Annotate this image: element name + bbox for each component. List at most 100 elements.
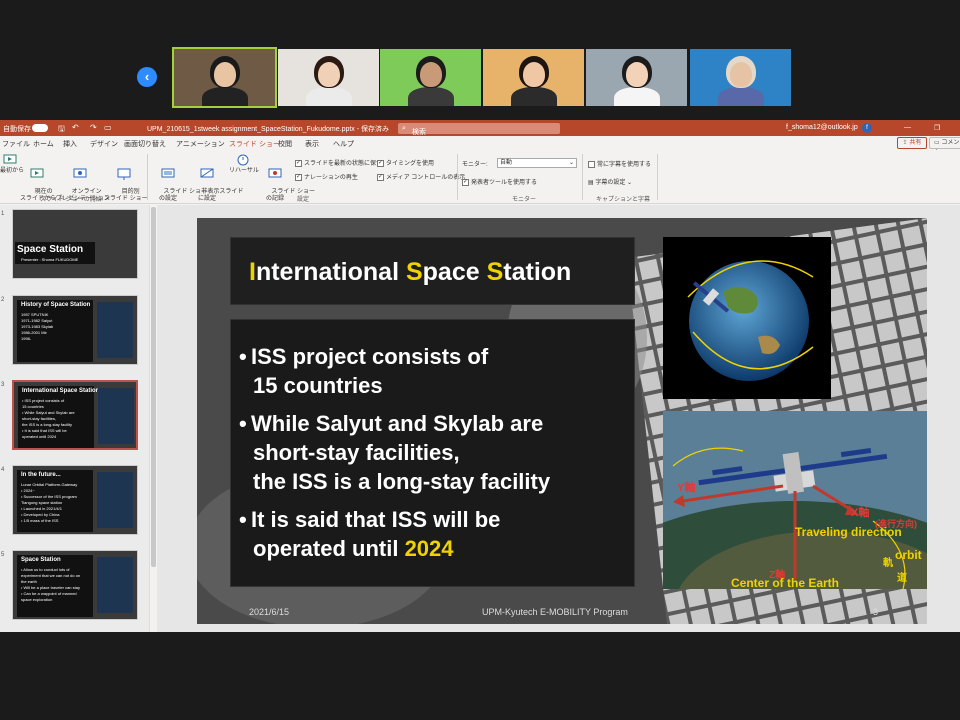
rehearse-button[interactable]: リハーサル: [229, 154, 259, 175]
record-icon: [268, 168, 282, 178]
chevron-down-icon: ⌄: [625, 180, 633, 186]
bullet-2-line-2: short-stay facilities,: [253, 440, 460, 465]
thumbnail-line: the earth: [21, 579, 37, 584]
subtitle-settings-button[interactable]: ▤ 字幕の設定 ⌄: [588, 177, 632, 186]
menu-bar: ファイル ホーム 挿入 デザイン 画面切り替え アニメーション スライド ショー 校閲 表示 ヘル…: [0, 136, 960, 156]
ribbon: 最初から 現在の スライドから オンライン プレゼンテーション 目的別 スライド…: [0, 150, 960, 204]
thumbnail-line: Lunar Orbital Platform-Gateway: [21, 482, 78, 487]
custom-show-icon: [117, 168, 131, 180]
restore-icon[interactable]: ❐: [934, 124, 940, 132]
presenter-view-checkbox[interactable]: ✓ 発表者ツールを使用する: [462, 177, 537, 186]
hide-slide-button[interactable]: 非表示スライド に設定: [188, 154, 243, 210]
slide-thumbnail[interactable]: Space Station Presenter : Shoma FUKUDOME: [12, 209, 138, 279]
body-text-box[interactable]: • ISS project consists of 15 countries • W…: [230, 319, 635, 587]
search-input[interactable]: ⌕ 検索: [398, 123, 560, 136]
present-icon[interactable]: ▭: [104, 123, 112, 132]
slide-thumbnail[interactable]: International Space Station • ISS project…: [12, 380, 138, 450]
title-accent-letter: I: [249, 258, 256, 286]
share-button[interactable]: ⇪ 共有: [897, 137, 927, 149]
thumbnail-line: • Launched in 2021/4/1: [21, 506, 62, 511]
minimize-icon[interactable]: —: [904, 124, 911, 131]
ribbon-divider: [147, 154, 148, 200]
participant-video-tile[interactable]: [278, 49, 379, 106]
bullet-1: • ISS project consists of: [239, 344, 489, 369]
participant-video-tile[interactable]: [172, 47, 277, 108]
from-start-button[interactable]: 最初から: [0, 154, 24, 175]
bullet-3-line-2: operated until: [253, 536, 405, 561]
menu-tab[interactable]: アニメーション: [176, 139, 225, 149]
title-bar: 自動保存 🖫 ↶ ↷ ▭ UPM_210615_1stweek assignme…: [0, 120, 960, 136]
thumbnail-title: In the future...: [21, 472, 61, 478]
participant-body: [718, 87, 764, 106]
gallery-prev-button[interactable]: ‹: [137, 67, 157, 87]
thumbnail-line: 1957 SPUTNIK: [21, 312, 49, 317]
autosave-toggle[interactable]: [32, 124, 48, 132]
earth-orbit-image[interactable]: [663, 237, 831, 399]
menu-tab[interactable]: 挿入: [63, 139, 77, 149]
iss-axes-diagram[interactable]: Y軸 X軸 (進行方向) Traveling direction orbit 軌…: [663, 411, 927, 589]
menu-tab[interactable]: ヘルプ: [333, 139, 354, 149]
screen: ‹ 自動保存 🖫 ↶ ↷ ▭ UPM_210615_1stweek assign…: [0, 0, 960, 720]
checkbox-icon: ✓: [295, 159, 302, 167]
menu-tab[interactable]: デザイン: [90, 139, 118, 149]
bullet-3-cont: operated until 2024: [239, 534, 454, 563]
narration-checkbox[interactable]: ✓ ナレーションの再生: [295, 172, 358, 181]
setup-show-button[interactable]: スライド ショー の設定: [150, 154, 207, 210]
participant-face: [318, 62, 340, 87]
thumbnail-number: 3: [1, 382, 5, 388]
menu-tab[interactable]: 表示: [305, 139, 319, 149]
orbit-label: orbit: [895, 548, 922, 562]
thumbnail-number: 5: [1, 552, 5, 558]
slide-thumbnail[interactable]: History of Space Station 1957 SPUTNIK 1971…: [12, 295, 138, 365]
undo-icon[interactable]: ↶: [72, 123, 79, 132]
redo-icon[interactable]: ↷: [90, 123, 97, 132]
bullet-2-line-3: the ISS is a long-stay facility: [253, 469, 551, 494]
scrollbar-thumb[interactable]: [151, 207, 156, 567]
keep-fresh-checkbox[interactable]: ✓ スライドを最新の状態に保つ: [295, 158, 382, 167]
current-slide[interactable]: International Space Station • ISS project…: [197, 218, 927, 624]
thumbnail-line: • ISS project consists of: [22, 398, 65, 403]
thumbnail-line: • Will be a place traveler can stay: [21, 585, 80, 590]
slide-thumbnail[interactable]: In the future... Lunar Orbital Platform-G…: [12, 465, 138, 535]
participant-body: [614, 87, 660, 106]
bullet-3-line-1: It is said that ISS will be: [251, 507, 501, 532]
save-icon[interactable]: 🖫: [58, 123, 65, 137]
slideshow-current-icon: [30, 168, 44, 178]
comment-icon: ▭: [934, 140, 940, 146]
participant-video-tile[interactable]: [586, 49, 687, 106]
participant-video-tile[interactable]: [483, 49, 584, 106]
participant-video-tile[interactable]: [380, 49, 481, 106]
thumbnail-title: Space Station: [17, 244, 84, 255]
title-box[interactable]: International Space Station: [230, 237, 635, 305]
group-label-monitor: モニター: [512, 197, 537, 203]
participant-face: [214, 62, 236, 87]
timing-checkbox[interactable]: ✓ タイミングを使用: [377, 158, 434, 167]
user-avatar[interactable]: f: [862, 123, 872, 133]
bullet-2-cont-2: the ISS is a long-stay facility: [239, 467, 550, 496]
bullet-3: • It is said that ISS will be: [239, 507, 501, 532]
bullet-2-cont: short-stay facilities,: [239, 438, 460, 467]
autosave-label: 自動保存: [3, 126, 31, 133]
monitor-select[interactable]: 自動 ⌄: [497, 158, 577, 168]
narration-label: ナレーションの再生: [304, 175, 358, 181]
thumbnail-title: International Space Station: [22, 388, 100, 394]
menu-tab[interactable]: 画面切り替え: [124, 139, 166, 149]
slide-thumbnail-pane: 1 Space Station Presenter : Shoma FUKUDOME…: [0, 205, 150, 632]
participant-video-tile[interactable]: [690, 49, 791, 106]
menu-tab[interactable]: 校閲: [278, 139, 292, 149]
orbit-jp-label-1: 軌: [883, 558, 893, 569]
media-checkbox[interactable]: ✓ メディア コントロールの表示: [377, 172, 465, 181]
slide-thumbnail[interactable]: Space Station • Allow us to conduct lots …: [12, 550, 138, 620]
group-label-start: スライド ショーの開始: [40, 197, 102, 203]
slide-footer-text: UPM-Kyutech E-MOBILITY Program: [482, 607, 628, 617]
thumbnail-line: • It is said that ISS will be: [22, 428, 67, 433]
comment-button[interactable]: ▭ コメント: [929, 137, 960, 156]
hide-slide-icon: [200, 168, 214, 178]
menu-tab[interactable]: ホーム: [33, 139, 54, 149]
menu-tab[interactable]: ファイル: [2, 139, 30, 149]
custom-show-button[interactable]: 目的別 スライド ショー: [104, 154, 148, 210]
always-subtitles-checkbox[interactable]: 常に字幕を使用する: [588, 159, 651, 168]
thumbnail-scrollbar[interactable]: [149, 205, 157, 632]
thumbnail-line: • While Salyut and Skylab are: [22, 410, 75, 415]
record-button[interactable]: スライド ショー の記録: [258, 154, 315, 210]
